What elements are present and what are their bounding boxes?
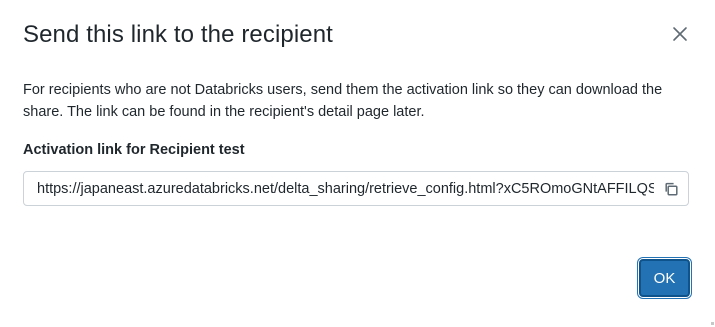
dialog-title: Send this link to the recipient xyxy=(23,21,333,48)
activation-link-label: Activation link for Recipient test xyxy=(23,142,245,158)
close-icon xyxy=(673,27,687,41)
send-link-dialog: Send this link to the recipient For reci… xyxy=(0,0,715,327)
resize-handle xyxy=(711,322,714,325)
copy-icon xyxy=(665,182,678,196)
dialog-description: For recipients who are not Databricks us… xyxy=(23,82,663,120)
ok-button[interactable]: OK xyxy=(639,259,690,297)
activation-link-field xyxy=(23,171,689,206)
activation-link-input[interactable] xyxy=(24,172,654,205)
close-button[interactable] xyxy=(666,20,694,48)
copy-button[interactable] xyxy=(654,172,688,205)
